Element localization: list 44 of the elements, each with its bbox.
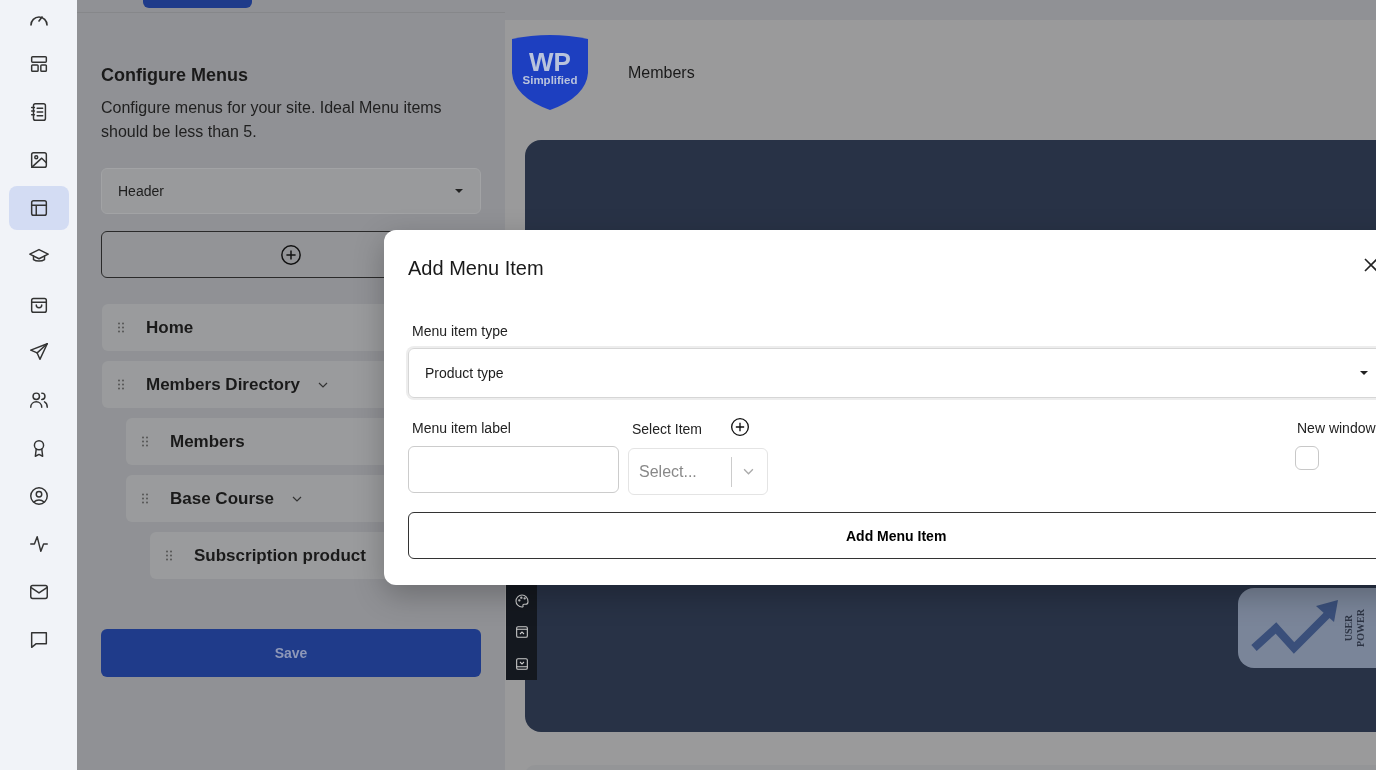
menu-item-label: Base Course (170, 488, 274, 509)
close-icon[interactable] (1364, 258, 1376, 272)
type-select[interactable]: Product type (408, 348, 1376, 398)
nav-link[interactable]: Members (628, 64, 695, 82)
caret-icon (454, 188, 464, 194)
move-up-icon[interactable] (513, 624, 530, 641)
activity-icon (27, 533, 50, 555)
add-icon (280, 243, 302, 266)
logo-text: Simplified (522, 74, 578, 86)
menu-item-label: Subscription product (194, 545, 366, 566)
users-icon (27, 389, 50, 411)
field-label: New window (1297, 420, 1376, 436)
chevron-icon (743, 468, 754, 475)
menu-item-label: Home (146, 317, 194, 338)
palette-icon[interactable] (513, 592, 530, 609)
chevron-icon (291, 495, 302, 502)
drag-handle-icon (118, 322, 124, 333)
badge-text: USER (1342, 613, 1355, 644)
menu-item-label: Members (170, 431, 245, 452)
panel-title: Configure Menus (101, 65, 249, 86)
shield-icon (512, 35, 588, 110)
logo-text: WP (529, 47, 571, 77)
item-select[interactable]: Select... (628, 448, 768, 495)
add-icon[interactable] (730, 417, 751, 437)
sidebar-button[interactable] (8, 186, 69, 230)
chevron-icon (318, 381, 328, 388)
panel-description: Configure menus for your site. Ideal Menu items should be less than 5. (101, 98, 443, 142)
badge-text: POWER (1354, 609, 1367, 647)
input-field[interactable] (408, 446, 619, 493)
add-menu-item-button[interactable]: Add Menu Item (408, 512, 1376, 559)
user-circle-icon (27, 485, 50, 507)
caret-icon (1359, 370, 1369, 376)
drag-handle-icon (142, 493, 148, 504)
drag-handle-icon (166, 550, 172, 561)
save-button[interactable]: Save (101, 629, 481, 677)
menu-select[interactable]: Header (101, 168, 481, 214)
menu-item-label: Members Directory (146, 374, 300, 395)
drag-handle-icon (118, 379, 124, 390)
checkbox[interactable] (1295, 446, 1319, 470)
send-icon (27, 341, 50, 363)
drag-handle-icon (142, 436, 148, 447)
dialog-title: Add Menu Item (408, 256, 544, 280)
move-down-icon[interactable] (513, 656, 530, 673)
field-label: Select Item (632, 421, 703, 437)
